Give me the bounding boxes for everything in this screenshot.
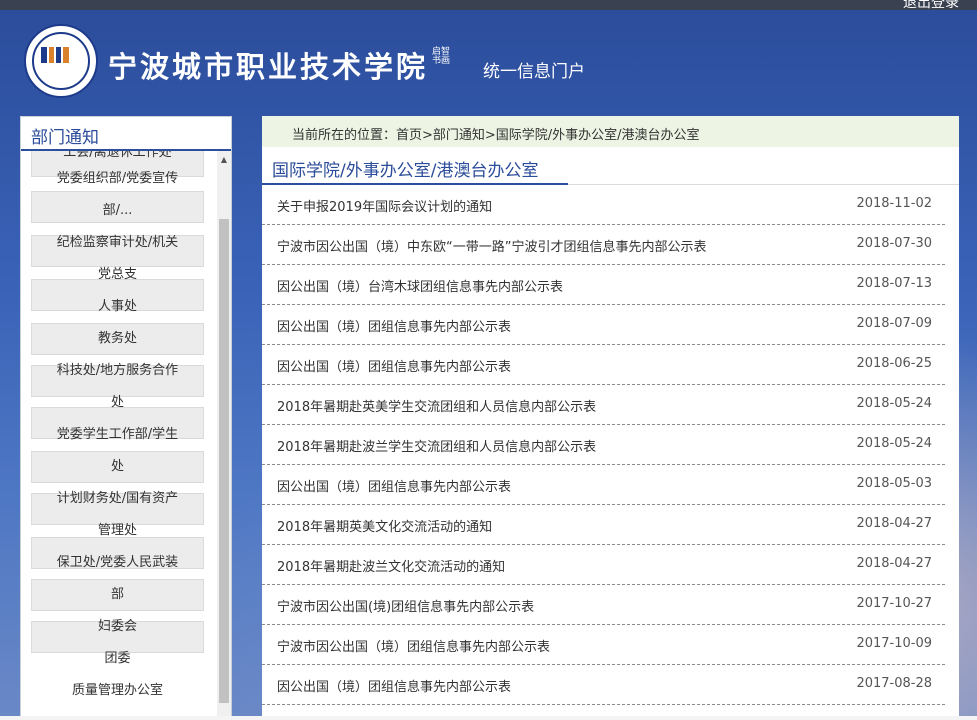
sidebar-item-label[interactable]: 处	[31, 391, 204, 410]
sidebar-title: 部门通知	[21, 117, 231, 151]
news-date: 2018-04-27	[856, 556, 932, 571]
news-date: 2018-06-25	[856, 356, 932, 371]
news-row[interactable]: 关于申报2019年国际会议计划的通知 2018-11-02	[262, 185, 945, 225]
sidebar-item-label[interactable]: 党总支	[31, 263, 204, 282]
bottom-strip	[0, 716, 977, 720]
section-title: 国际学院/外事办公室/港澳台办公室	[272, 161, 539, 181]
news-date: 2018-07-09	[856, 316, 932, 331]
news-date: 2018-05-24	[856, 436, 932, 451]
news-row[interactable]: 因公出国（境）团组信息事先内部公示表 2018-06-25	[262, 345, 945, 385]
news-title-link[interactable]: 宁波市因公出国（境）团组信息事先内部公示表	[277, 636, 550, 655]
sidebar-item-label[interactable]: 党委组织部/党委宣传	[31, 167, 204, 186]
news-row[interactable]: 2018年暑期英美文化交流活动的通知 2018-04-27	[262, 505, 945, 545]
sidebar-item-label[interactable]: 人事处	[31, 295, 204, 314]
school-name: 宁波城市职业技术学院	[108, 50, 429, 84]
logout-link[interactable]: 退出登录	[903, 0, 959, 12]
news-title-link[interactable]: 宁波市因公出国(境)团组信息事先内部公示表	[277, 596, 534, 615]
sidebar-item-label[interactable]: 处	[31, 455, 204, 474]
top-bar: 退出登录	[0, 0, 977, 12]
news-date: 2018-05-24	[856, 396, 932, 411]
sidebar-item-label[interactable]: 团委	[31, 647, 204, 666]
sidebar-item-label[interactable]: 质量管理办公室	[31, 679, 204, 698]
sidebar-item-label[interactable]: 部	[31, 583, 204, 602]
breadcrumb-text[interactable]: 当前所在的位置：首页>部门通知>国际学院/外事办公室/港澳台办公室	[292, 124, 700, 143]
sidebar-item-label[interactable]: 计划财务处/国有资产	[31, 487, 204, 506]
news-title-link[interactable]: 因公出国（境）台湾木球团组信息事先内部公示表	[277, 276, 563, 295]
news-title-link[interactable]: 因公出国（境）团组信息事先内部公示表	[277, 676, 511, 695]
news-title-link[interactable]: 2018年暑期英美文化交流活动的通知	[277, 516, 492, 535]
news-title-link[interactable]: 2018年暑期赴波兰文化交流活动的通知	[277, 556, 505, 575]
sidebar: 部门通知 工会/离退休工作处党委组织部/党委宣传 部/... 纪检监察审计处/机关党…	[20, 116, 232, 720]
news-date: 2018-04-27	[856, 516, 932, 531]
sidebar-list[interactable]: 工会/离退休工作处党委组织部/党委宣传 部/... 纪检监察审计处/机关 党总支人事处…	[21, 151, 217, 719]
scroll-up-icon[interactable]: ▲	[219, 155, 229, 165]
news-row[interactable]: 2018年暑期赴英美学生交流团组和人员信息内部公示表 2018-05-24	[262, 385, 945, 425]
school-motto-seal: 启智书画	[432, 47, 451, 66]
news-date: 2017-10-09	[856, 636, 932, 651]
news-row[interactable]: 因公出国（境）团组信息事先内部公示表 2018-05-03	[262, 465, 945, 505]
sidebar-item-label[interactable]: 纪检监察审计处/机关	[31, 231, 204, 250]
portal-title: 统一信息门户	[483, 62, 585, 82]
sidebar-scroll-thumb[interactable]	[219, 219, 229, 703]
main-panel: 当前所在的位置：首页>部门通知>国际学院/外事办公室/港澳台办公室 国际学院/外…	[262, 116, 959, 720]
news-row[interactable]: 宁波市因公出国（境）团组信息事先内部公示表 2017-10-09	[262, 625, 945, 665]
news-title-link[interactable]: 2018年暑期赴英美学生交流团组和人员信息内部公示表	[277, 396, 596, 415]
news-row[interactable]: 因公出国（境）台湾木球团组信息事先内部公示表 2018-07-13	[262, 265, 945, 305]
news-date: 2018-05-03	[856, 476, 932, 491]
sidebar-item-label[interactable]: 工会/离退休工作处	[31, 151, 204, 160]
news-date: 2017-10-27	[856, 596, 932, 611]
news-row[interactable]: 因公出国（境）团组信息事先内部公示表 2018-07-09	[262, 305, 945, 345]
school-logo	[24, 24, 98, 98]
sidebar-title-text: 部门通知	[31, 128, 99, 148]
news-title-link[interactable]: 因公出国（境）团组信息事先内部公示表	[277, 356, 511, 375]
news-row[interactable]: 宁波市因公出国(境)团组信息事先内部公示表 2017-10-27	[262, 585, 945, 625]
news-title-link[interactable]: 2018年暑期赴波兰学生交流团组和人员信息内部公示表	[277, 436, 596, 455]
news-date: 2018-07-13	[856, 276, 932, 291]
sidebar-item-label[interactable]: 党委学生工作部/学生	[31, 423, 204, 442]
sidebar-item-label[interactable]: 管理处	[31, 519, 204, 538]
sidebar-item-label[interactable]: 科技处/地方服务合作	[31, 359, 204, 378]
news-date: 2018-07-30	[856, 236, 932, 251]
news-date: 2018-11-02	[856, 196, 932, 211]
news-title-link[interactable]: 关于申报2019年国际会议计划的通知	[277, 196, 492, 215]
sidebar-item-label[interactable]: 部/...	[31, 199, 204, 218]
sidebar-item-label[interactable]: 保卫处/党委人民武装	[31, 551, 204, 570]
news-row[interactable]: 因公出国（境）团组信息事先内部公示表 2017-08-28	[262, 665, 945, 705]
breadcrumb: 当前所在的位置：首页>部门通知>国际学院/外事办公室/港澳台办公室	[262, 116, 959, 147]
news-title-link[interactable]: 宁波市因公出国（境）中东欧“一带一路”宁波引才团组信息事先内部公示表	[277, 236, 706, 255]
sidebar-item-label[interactable]: 教务处	[31, 327, 204, 346]
news-row[interactable]: 2018年暑期赴波兰文化交流活动的通知 2018-04-27	[262, 545, 945, 585]
sidebar-item-label[interactable]: 妇委会	[31, 615, 204, 634]
news-title-link[interactable]: 因公出国（境）团组信息事先内部公示表	[277, 316, 511, 335]
news-title-link[interactable]: 因公出国（境）团组信息事先内部公示表	[277, 476, 511, 495]
logo-mark-icon	[41, 47, 69, 63]
news-date: 2017-08-28	[856, 676, 932, 691]
news-row[interactable]: 宁波市因公出国（境）中东欧“一带一路”宁波引才团组信息事先内部公示表 2018-0…	[262, 225, 945, 265]
news-row[interactable]: 2018年暑期赴波兰学生交流团组和人员信息内部公示表 2018-05-24	[262, 425, 945, 465]
